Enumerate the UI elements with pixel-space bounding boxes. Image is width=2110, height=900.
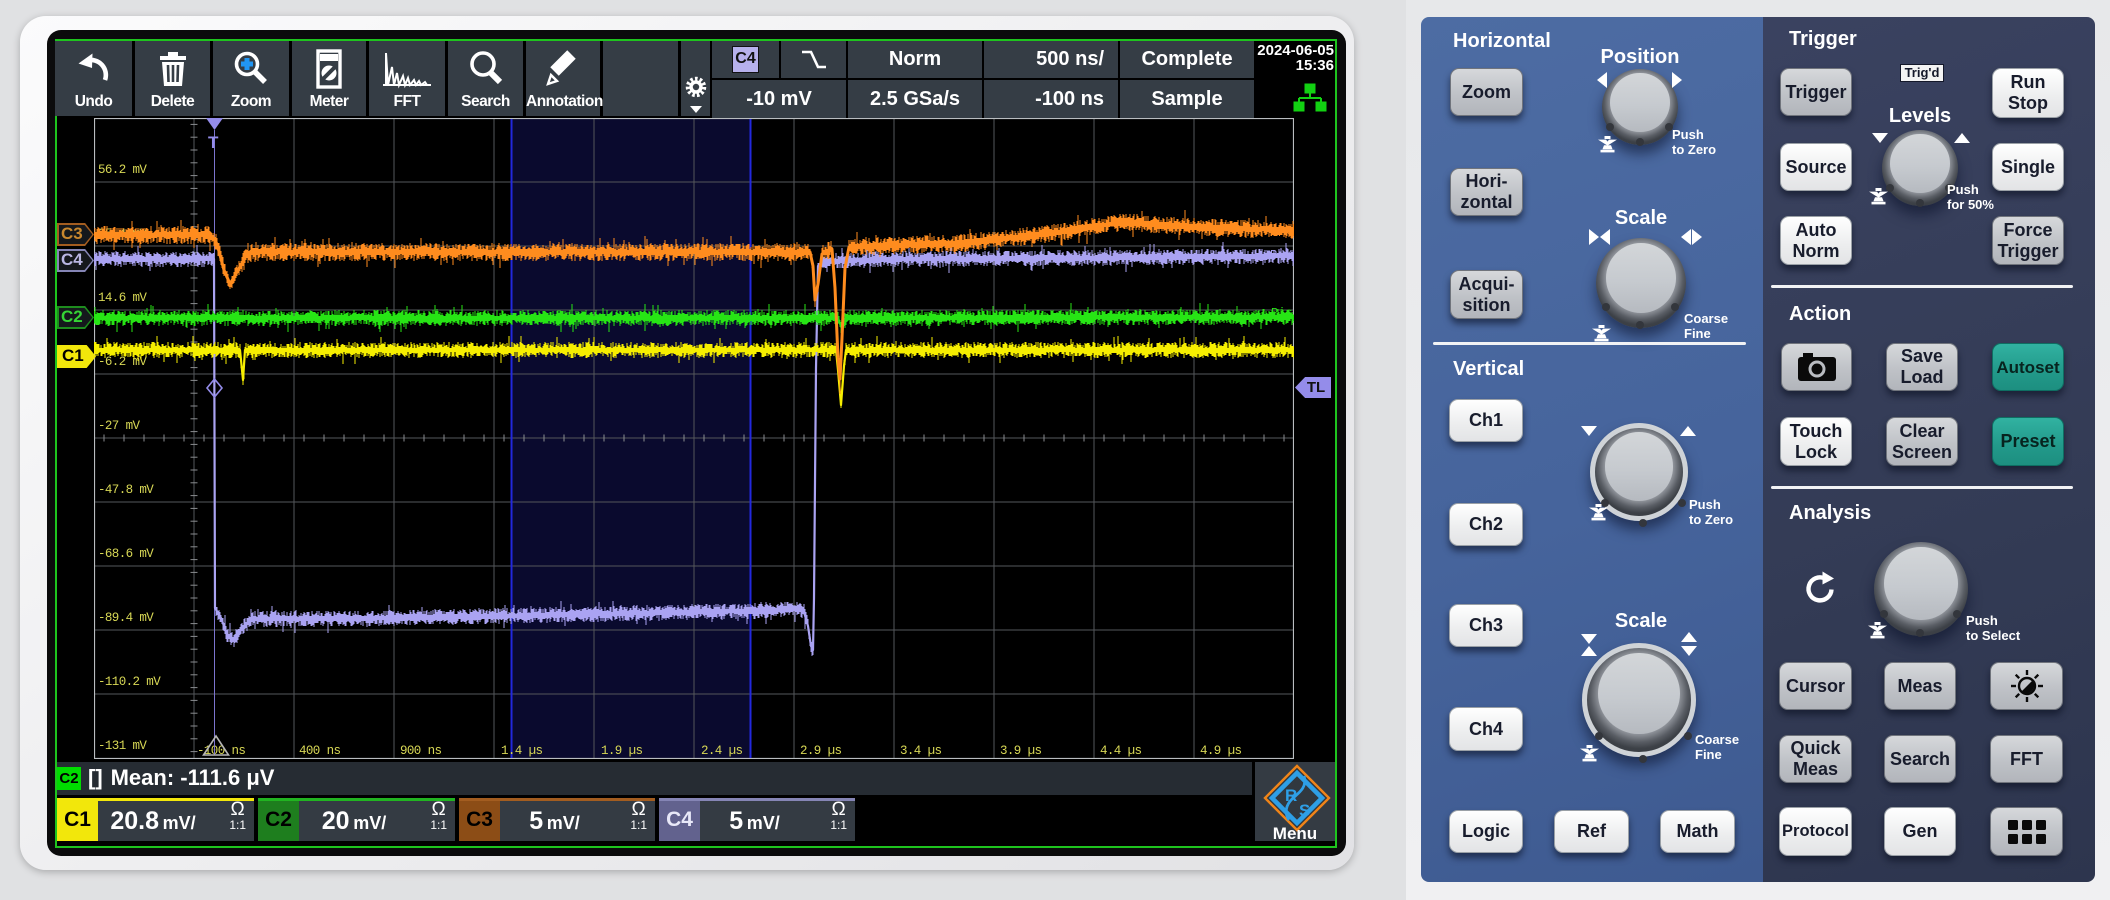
svg-text:Pik: Pik [1270,248,1292,262]
svg-text:-27 mV: -27 mV [98,419,141,433]
svg-text:S: S [1299,801,1310,820]
svg-text:Pis: Pis [1271,306,1293,320]
svg-text:T: T [208,133,219,152]
svg-text:2.9 µs: 2.9 µs [800,744,842,758]
svg-text:-110.2 mV: -110.2 mV [98,675,161,689]
svg-text:-100 ns: -100 ns [197,744,245,758]
svg-text:-131 mV: -131 mV [98,739,147,753]
svg-text:4.4 µs: 4.4 µs [1100,744,1142,758]
svg-text:3.9 µs: 3.9 µs [1000,744,1042,758]
svg-text:400 ns: 400 ns [299,744,341,758]
svg-text:1.9 µs: 1.9 µs [601,744,643,758]
svg-text:prs: prs [1272,344,1294,358]
svg-text:2.4 µs: 2.4 µs [701,744,743,758]
svg-text:-68.6 mV: -68.6 mV [98,547,154,561]
svg-text:Prk: Prk [1270,226,1292,240]
svg-text:3.4 µs: 3.4 µs [900,744,942,758]
svg-text:14.6 mV: 14.6 mV [98,291,147,305]
svg-text:900 ns: 900 ns [400,744,442,758]
svg-text:-89.4 mV: -89.4 mV [98,611,154,625]
svg-text:1.4 µs: 1.4 µs [501,744,543,758]
svg-text:56.2 mV: 56.2 mV [98,163,147,177]
svg-text:-47.8 mV: -47.8 mV [98,483,154,497]
svg-text:4.9 µs: 4.9 µs [1200,744,1242,758]
svg-text:R: R [1285,786,1297,805]
